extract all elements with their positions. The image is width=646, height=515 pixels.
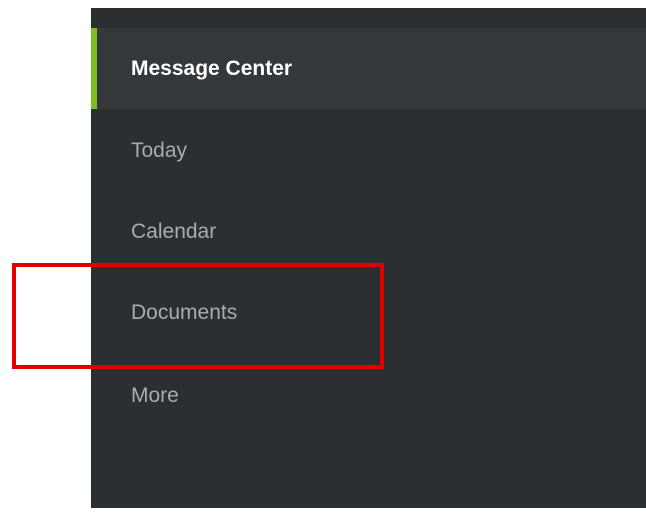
sidebar-item-label: More	[131, 383, 179, 407]
sidebar-item-label: Calendar	[131, 219, 217, 243]
sidebar-item-message-center[interactable]: Message Center	[91, 28, 646, 109]
sidebar-item-calendar[interactable]: Calendar	[91, 191, 646, 272]
screenshot-stage: Message Center Today Calendar Documents …	[0, 0, 646, 515]
sidebar-item-label: Message Center	[131, 56, 293, 80]
sidebar-nav: Message Center Today Calendar Documents …	[91, 8, 646, 508]
sidebar-item-today[interactable]: Today	[91, 110, 646, 191]
sidebar-item-label: Today	[131, 138, 188, 162]
sidebar-item-documents[interactable]: Documents	[91, 272, 646, 353]
sidebar-item-more[interactable]: More	[91, 355, 646, 436]
active-indicator	[91, 28, 97, 109]
sidebar-item-label: Documents	[131, 300, 238, 324]
